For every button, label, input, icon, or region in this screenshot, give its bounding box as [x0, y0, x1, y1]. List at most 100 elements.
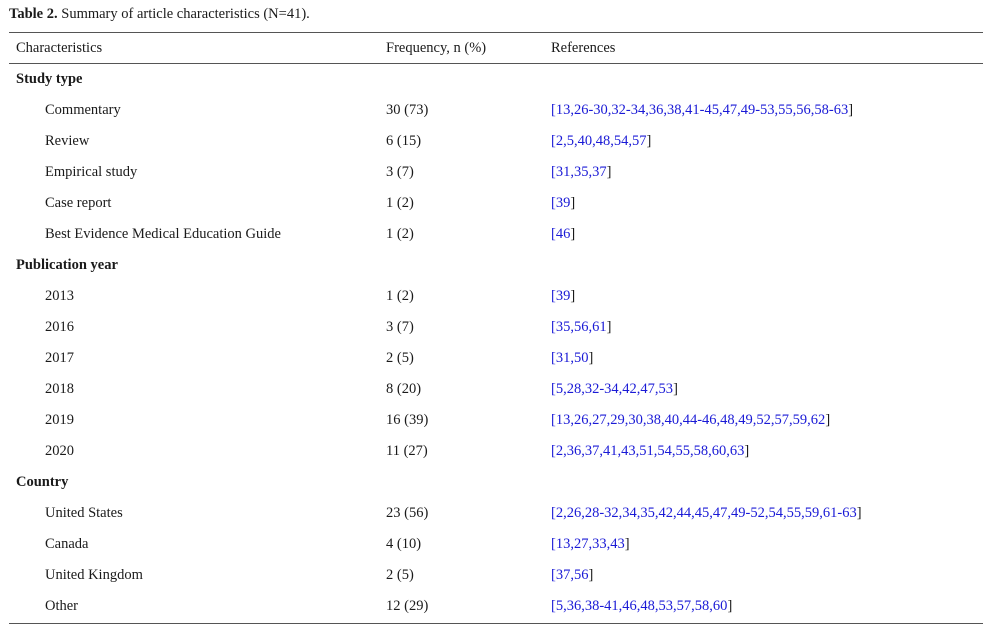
close-bracket: ]: [588, 567, 594, 583]
row-frequency: 23 (56): [386, 505, 429, 521]
reference-link[interactable]: 13,27,33,43: [556, 536, 625, 552]
table-row: Commentary 30 (73) [13,26-30,32-34,36,38,4…: [9, 95, 983, 126]
row-label: 2018: [45, 381, 74, 397]
close-bracket: ]: [624, 536, 630, 552]
header-references: References: [551, 40, 616, 56]
reference-link[interactable]: 31,35,37: [556, 164, 607, 180]
close-bracket: ]: [727, 598, 733, 614]
table-row: Canada 4 (10) [13,27,33,43]: [9, 529, 983, 560]
reference-link[interactable]: 31,50: [556, 350, 589, 366]
row-label: United States: [45, 505, 123, 521]
reference-link[interactable]: 5,36,38-41,46,48,53,57,58,60: [556, 598, 728, 614]
row-label: Best Evidence Medical Education Guide: [45, 226, 281, 242]
reference-link[interactable]: 37,56: [556, 567, 589, 583]
row-label: 2016: [45, 319, 74, 335]
row-references[interactable]: [5,36,38-41,46,48,53,57,58,60]: [551, 591, 732, 622]
row-frequency: 2 (5): [386, 350, 414, 366]
close-bracket: ]: [825, 412, 831, 428]
row-frequency: 2 (5): [386, 567, 414, 583]
reference-link[interactable]: 5,28,32-34,42,47,53: [556, 381, 673, 397]
row-frequency: 16 (39): [386, 412, 429, 428]
table-caption: Table 2. Summary of article characterist…: [9, 6, 310, 23]
reference-link[interactable]: 39: [556, 195, 571, 211]
close-bracket: ]: [646, 133, 652, 149]
row-references[interactable]: [39]: [551, 281, 575, 312]
row-references[interactable]: [2,5,40,48,54,57]: [551, 126, 651, 157]
section-title: Study type: [16, 71, 83, 87]
row-references[interactable]: [31,35,37]: [551, 157, 611, 188]
reference-link[interactable]: 46: [556, 226, 571, 242]
row-label: 2020: [45, 443, 74, 459]
table-row: Other 12 (29) [5,36,38-41,46,48,53,57,58,6…: [9, 591, 983, 622]
row-label: Case report: [45, 195, 112, 211]
header-frequency: Frequency, n (%): [386, 40, 487, 56]
row-frequency: 30 (73): [386, 102, 429, 118]
close-bracket: ]: [570, 195, 576, 211]
close-bracket: ]: [570, 288, 576, 304]
row-frequency: 3 (7): [386, 319, 414, 335]
row-label: Review: [45, 133, 90, 149]
row-references[interactable]: [13,26-30,32-34,36,38,41-45,47,49-53,55,…: [551, 95, 853, 126]
table-row: 2013 1 (2) [39]: [9, 281, 983, 312]
row-references[interactable]: [2,36,37,41,43,51,54,55,58,60,63]: [551, 436, 749, 467]
table-row: 2019 16 (39) [13,26,27,29,30,38,40,44-46,4…: [9, 405, 983, 436]
table-bottom-rule: [9, 623, 983, 624]
section-title: Country: [16, 474, 69, 490]
row-frequency: 8 (20): [386, 381, 422, 397]
table-header-row: Characteristics Frequency, n (%) Referen…: [9, 33, 983, 63]
row-frequency: 1 (2): [386, 226, 414, 242]
row-frequency: 12 (29): [386, 598, 429, 614]
row-references[interactable]: [37,56]: [551, 560, 593, 591]
row-references[interactable]: [31,50]: [551, 343, 593, 374]
section-row: Country: [9, 467, 983, 498]
close-bracket: ]: [848, 102, 854, 118]
table-row: United Kingdom 2 (5) [37,56]: [9, 560, 983, 591]
header-characteristics: Characteristics: [16, 40, 103, 56]
close-bracket: ]: [588, 350, 594, 366]
row-label: United Kingdom: [45, 567, 143, 583]
section-row: Study type: [9, 64, 983, 95]
row-references[interactable]: [5,28,32-34,42,47,53]: [551, 374, 678, 405]
table-row: 2020 11 (27) [2,36,37,41,43,51,54,55,58,60…: [9, 436, 983, 467]
reference-link[interactable]: 2,5,40,48,54,57: [556, 133, 647, 149]
reference-link[interactable]: 35,56,61: [556, 319, 607, 335]
section-title: Publication year: [16, 257, 118, 273]
reference-link[interactable]: 13,26,27,29,30,38,40,44-46,48,49,52,57,5…: [556, 412, 825, 428]
row-references[interactable]: [39]: [551, 188, 575, 219]
table-row: Empirical study 3 (7) [31,35,37]: [9, 157, 983, 188]
row-label: 2013: [45, 288, 74, 304]
row-frequency: 1 (2): [386, 195, 414, 211]
row-label: 2017: [45, 350, 74, 366]
section-row: Publication year: [9, 250, 983, 281]
row-references[interactable]: [2,26,28-32,34,35,42,44,45,47,49-52,54,5…: [551, 498, 862, 529]
close-bracket: ]: [606, 319, 612, 335]
row-label: Other: [45, 598, 79, 614]
table-row: 2016 3 (7) [35,56,61]: [9, 312, 983, 343]
row-references[interactable]: [35,56,61]: [551, 312, 611, 343]
row-label: 2019: [45, 412, 74, 428]
row-references[interactable]: [13,26,27,29,30,38,40,44-46,48,49,52,57,…: [551, 405, 830, 436]
row-label: Empirical study: [45, 164, 138, 180]
row-label: Commentary: [45, 102, 121, 118]
table-row: 2018 8 (20) [5,28,32-34,42,47,53]: [9, 374, 983, 405]
table-row: Best Evidence Medical Education Guide 1 (…: [9, 219, 983, 250]
row-frequency: 1 (2): [386, 288, 414, 304]
table-row: Case report 1 (2) [39]: [9, 188, 983, 219]
table-row: United States 23 (56) [2,26,28-32,34,35,42…: [9, 498, 983, 529]
close-bracket: ]: [570, 226, 576, 242]
row-frequency: 4 (10): [386, 536, 422, 552]
row-frequency: 3 (7): [386, 164, 414, 180]
table-row: 2017 2 (5) [31,50]: [9, 343, 983, 374]
row-references[interactable]: [13,27,33,43]: [551, 529, 630, 560]
reference-link[interactable]: 2,36,37,41,43,51,54,55,58,60,63: [556, 443, 745, 459]
row-frequency: 11 (27): [386, 443, 428, 459]
close-bracket: ]: [606, 164, 612, 180]
row-frequency: 6 (15): [386, 133, 422, 149]
close-bracket: ]: [673, 381, 678, 397]
row-references[interactable]: [46]: [551, 219, 575, 250]
reference-link[interactable]: 13,26-30,32-34,36,38,41-45,47,49-53,55,5…: [556, 102, 848, 118]
reference-link[interactable]: 2,26,28-32,34,35,42,44,45,47,49-52,54,55…: [556, 505, 857, 521]
table-title: Summary of article characteristics (N=41…: [61, 6, 310, 22]
reference-link[interactable]: 39: [556, 288, 571, 304]
close-bracket: ]: [744, 443, 750, 459]
